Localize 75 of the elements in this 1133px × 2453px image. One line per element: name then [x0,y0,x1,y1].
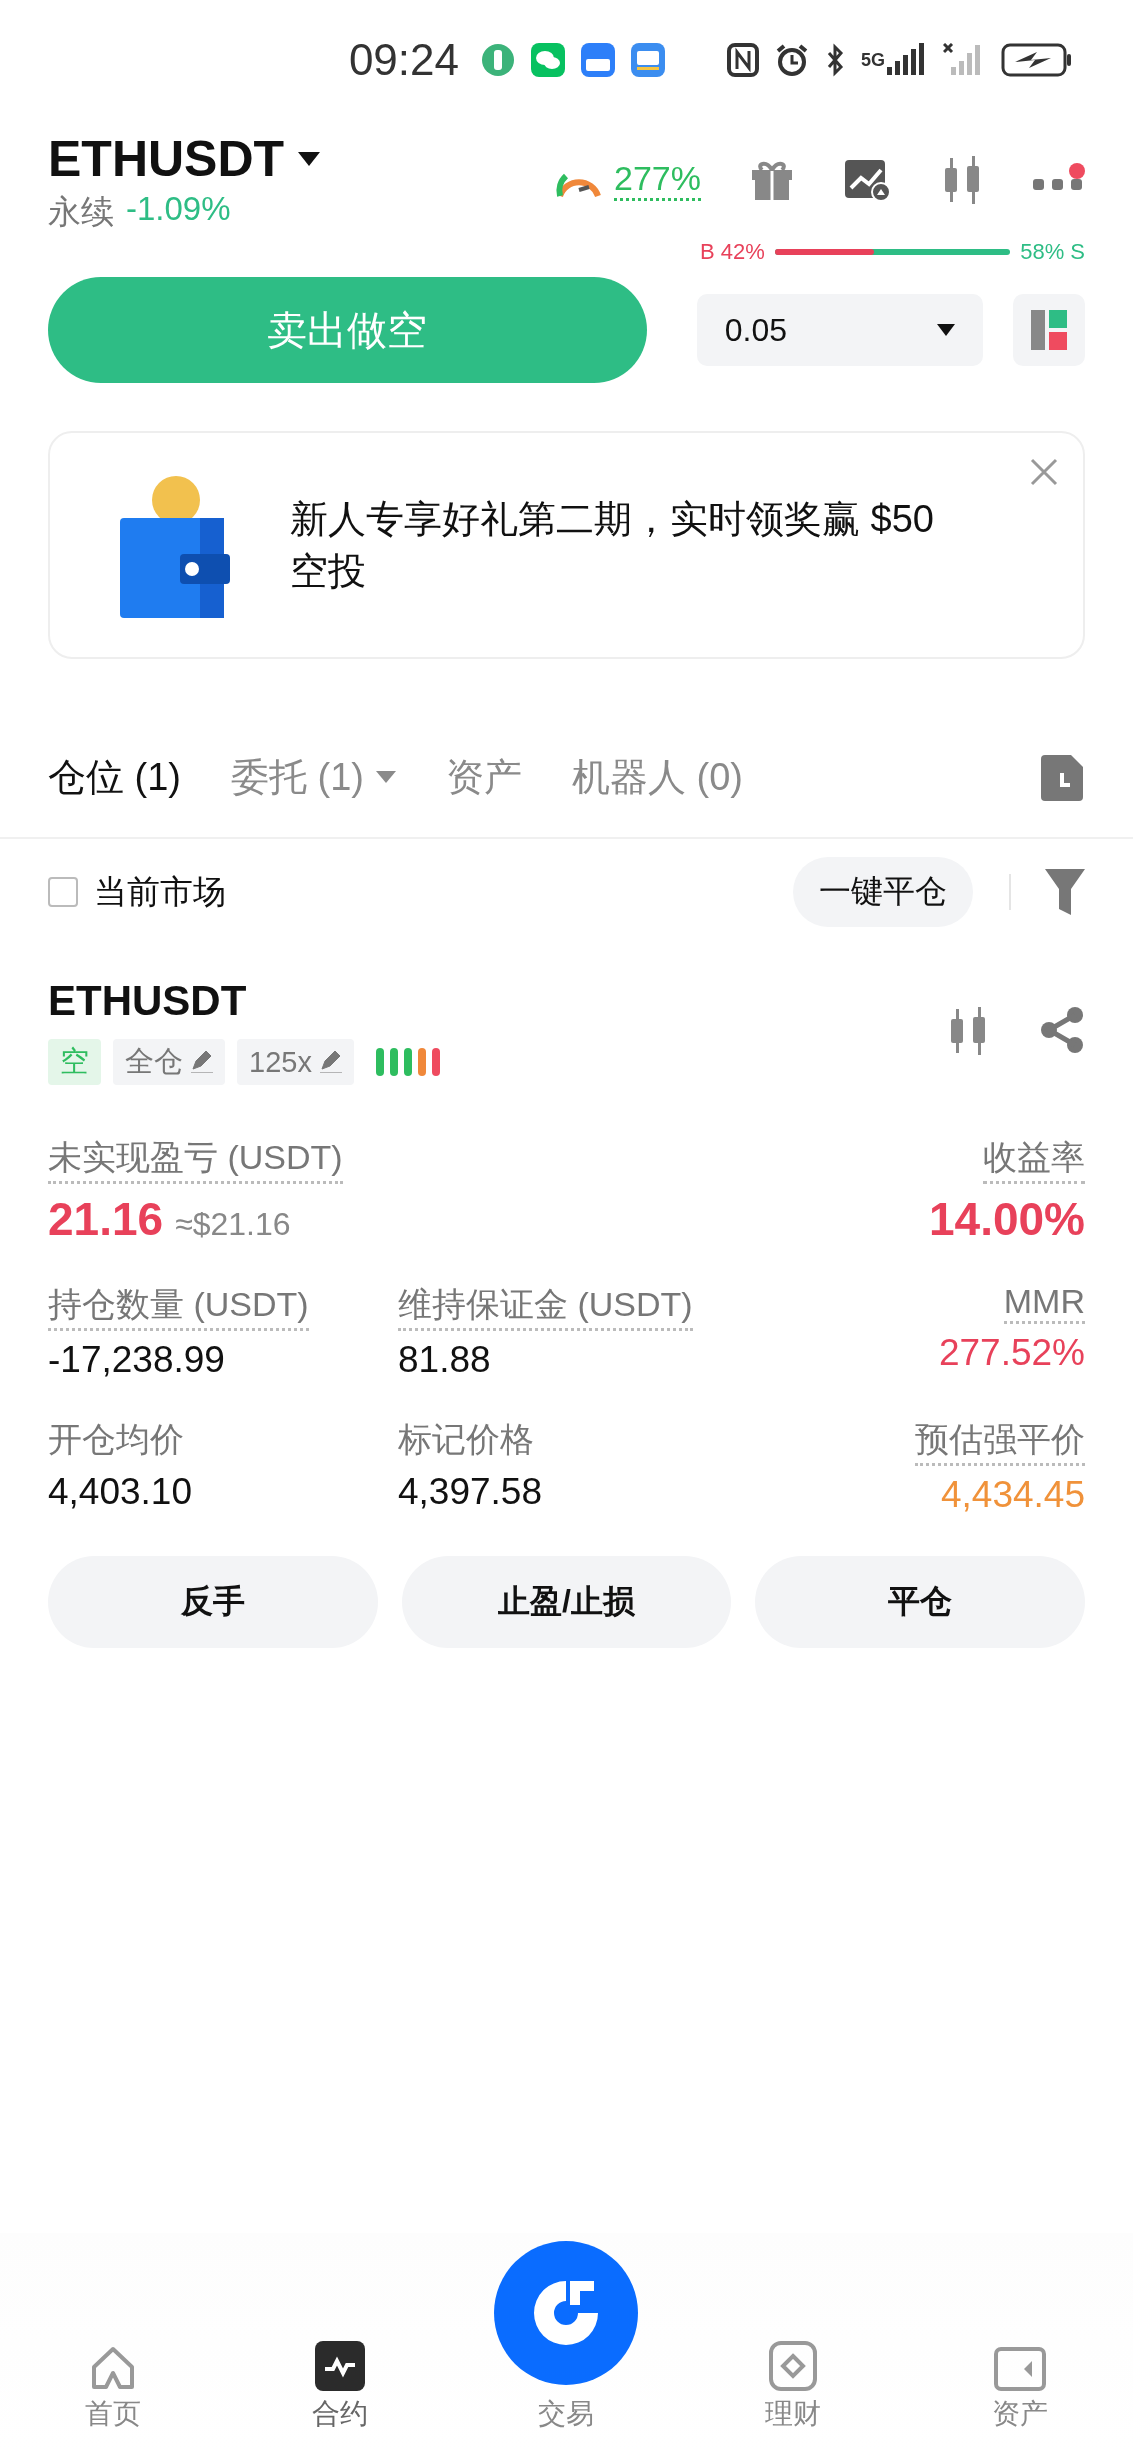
market-type: 永续 [48,192,114,232]
app-icon [581,43,615,77]
quantity-dropdown[interactable]: 0.05 [696,294,984,366]
signal-icon [887,43,927,77]
layout-button[interactable] [1013,294,1085,366]
usd-estimate: ≈$21.16 [175,1206,291,1243]
bluetooth-icon [825,43,845,77]
tab[interactable]: 资产 [446,751,522,803]
layout-icon [1031,310,1068,350]
close-all-button[interactable]: 一键平仓 [793,857,973,927]
network-label: 5G [861,51,885,69]
side-tag: 空 [48,1039,101,1085]
buy-ratio: B 42% [700,239,765,265]
price-change: -1.09% [126,190,231,229]
quantity-value: 0.05 [724,311,787,349]
leverage: 125x [249,1045,312,1079]
pulse-icon [314,2341,365,2391]
wallet-icon [993,2347,1046,2391]
metric-label[interactable]: MMR [1003,1282,1085,1324]
dropdown-caret-icon[interactable] [298,152,321,166]
battery-icon [1001,42,1073,78]
nav-item[interactable]: 首页 [33,2345,194,2433]
sell-short-button[interactable]: 卖出做空 [48,277,647,383]
nav-item[interactable]: 资产 [939,2347,1100,2433]
nav-item[interactable]: 合约 [259,2341,420,2433]
pencil-icon [191,1051,213,1073]
chat-icon [531,43,565,77]
banner-text: 新人专享好礼第二期，实时领奖赢 $50 空投 [290,497,935,594]
action-button[interactable]: 止盈/止损 [401,1556,732,1648]
nav-item[interactable]: 理财 [713,2341,874,2433]
margin-mode-tag[interactable]: 全仓 [113,1039,225,1085]
pencil-icon [319,1051,342,1073]
tab[interactable]: 仓位 (1) [48,751,181,803]
metric-label: 标记价格 [398,1419,534,1460]
action-button[interactable]: 平仓 [755,1556,1085,1648]
tab[interactable]: 委托 (1) [231,751,396,803]
metric-value: 4,397.58 [398,1471,543,1513]
more-icon[interactable] [1033,163,1085,193]
action-button[interactable]: 反手 [48,1556,378,1648]
margin-mode: 全仓 [125,1044,183,1079]
share-icon[interactable] [1039,1007,1085,1053]
metric-value: -17,238.99 [48,1339,225,1381]
metric-label[interactable]: 未实现盈亏 (USDT) [48,1135,343,1184]
metric-value: 21.16 [48,1192,164,1246]
chart-alert-icon[interactable] [843,158,891,202]
tab[interactable]: 机器人 (0) [572,751,743,803]
risk-ratio[interactable]: 277% [614,159,701,201]
sell-ratio: 58% S [1020,239,1085,265]
checkbox[interactable] [48,877,78,907]
status-time: 09:24 [348,35,459,85]
alarm-icon [775,43,809,77]
metric-value: 14.00% [929,1192,1085,1246]
filter-icon[interactable] [1045,869,1085,915]
metric-label[interactable]: 持仓数量 (USDT) [48,1282,309,1331]
metric-label[interactable]: 维持保证金 (USDT) [398,1282,693,1331]
checkbox-label: 当前市场 [94,871,226,912]
metric-value: 4,434.45 [940,1474,1085,1516]
pair-symbol[interactable]: ETHUSDT [48,130,285,188]
caret-icon [376,771,396,783]
caret-icon [937,324,956,336]
leverage-tag[interactable]: 125x [237,1039,354,1085]
metric-label[interactable]: 预估强平价 [915,1417,1085,1466]
home-icon [90,2345,137,2391]
close-icon[interactable] [1029,457,1059,487]
metric-value: 81.88 [398,1339,491,1381]
metric-value: 4,403.10 [48,1471,193,1513]
app-icon [631,43,665,77]
metric-label[interactable]: 收益率 [983,1135,1085,1184]
position-symbol: ETHUSDT [48,977,248,1025]
app-icon [481,43,515,77]
metric-value: 277.52% [938,1332,1085,1374]
diamond-card-icon [769,2341,818,2391]
promo-banner[interactable]: 新人专享好礼第二期，实时领奖赢 $50 空投 [48,431,1085,659]
nfc-icon [727,43,759,77]
metric-label: 开仓均价 [48,1419,184,1460]
